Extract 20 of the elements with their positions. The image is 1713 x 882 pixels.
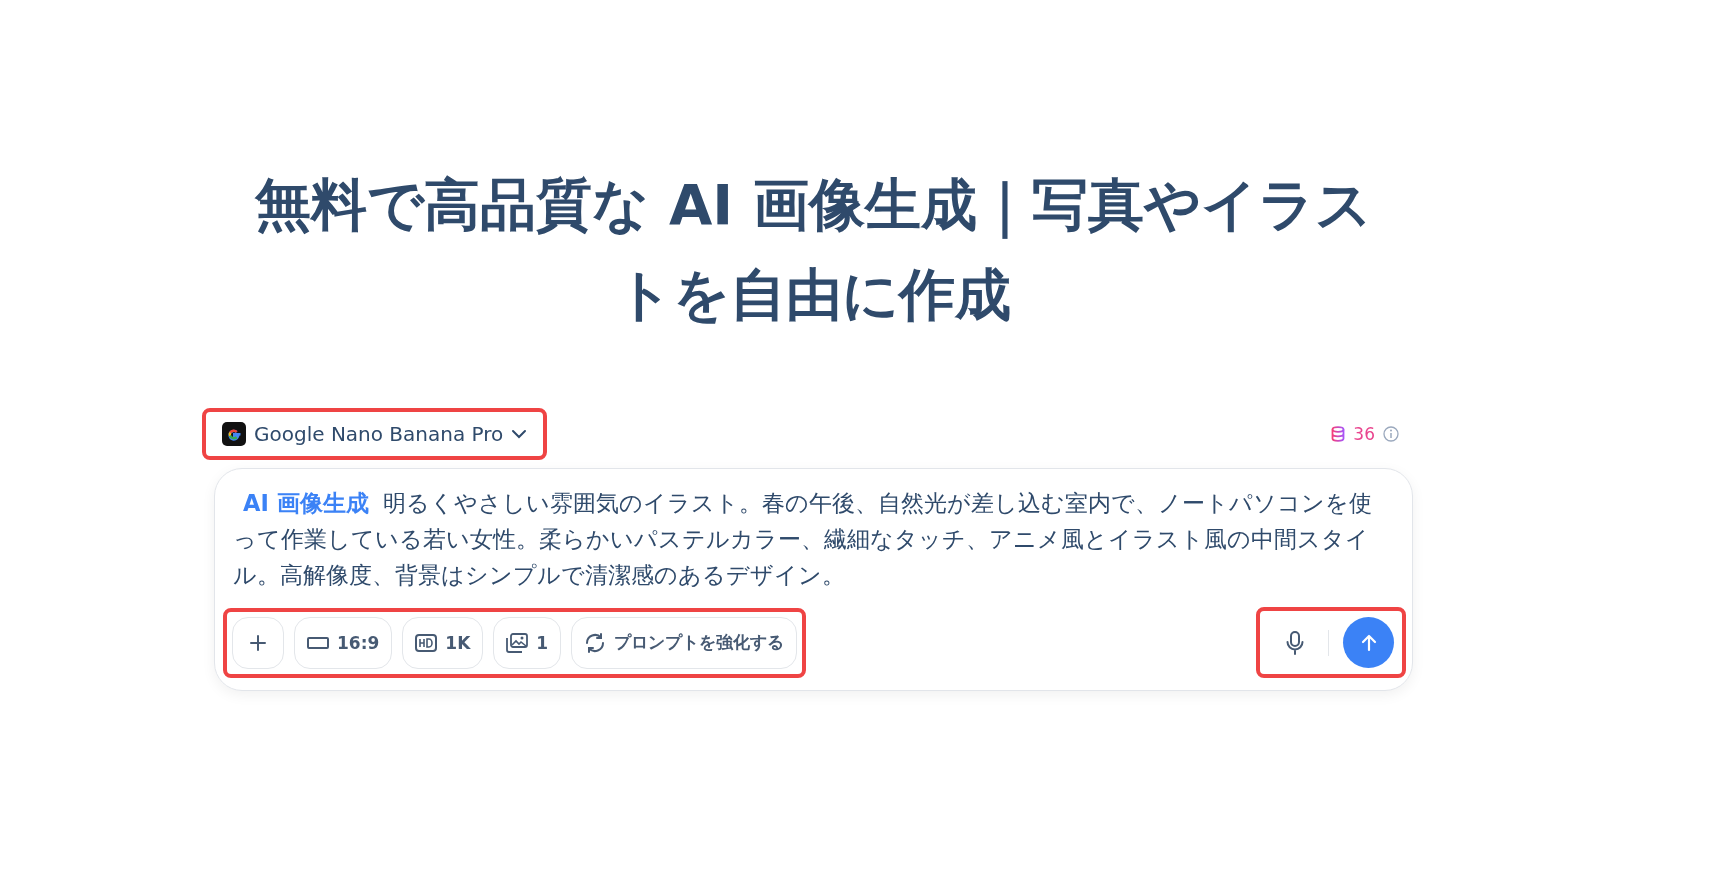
- enhance-button[interactable]: プロンプトを強化する: [571, 616, 798, 669]
- send-button[interactable]: [1343, 617, 1394, 668]
- prompt-field[interactable]: AI 画像生成 明るくやさしい雰囲気のイラスト。春の午後、自然光が差し込む室内で、ノートパソコンを使って作業している若い女性。柔らかいパステルカラー、繊細なタッチ、アニメ風とイラスト風の中間スタイル。高解像度、背景はシンプルで清潔感のあるデザイン。: [233, 485, 1394, 593]
- coins-icon: [1331, 426, 1346, 442]
- g-logo-icon: [222, 422, 246, 446]
- ratio-button[interactable]: 16:9: [294, 616, 393, 669]
- refresh-icon: [584, 631, 607, 654]
- count-button[interactable]: 1: [493, 616, 562, 669]
- microphone-icon: [1286, 630, 1304, 655]
- rectangle-icon: [307, 635, 329, 650]
- chevron-down-icon: [511, 429, 528, 439]
- plus-icon: [248, 632, 268, 653]
- quality-button[interactable]: 1K: [402, 616, 484, 669]
- info-icon[interactable]: [1383, 426, 1399, 442]
- hd-icon: [415, 633, 438, 652]
- add-button[interactable]: [232, 616, 284, 669]
- images-icon: [506, 632, 529, 653]
- model-selector[interactable]: Google Nano Banana Pro: [202, 408, 548, 460]
- page-heading: 無料で高品質な AI 画像生成｜写真やイラストを自由に作成: [253, 171, 1373, 329]
- credit-count: 36: [1353, 424, 1375, 444]
